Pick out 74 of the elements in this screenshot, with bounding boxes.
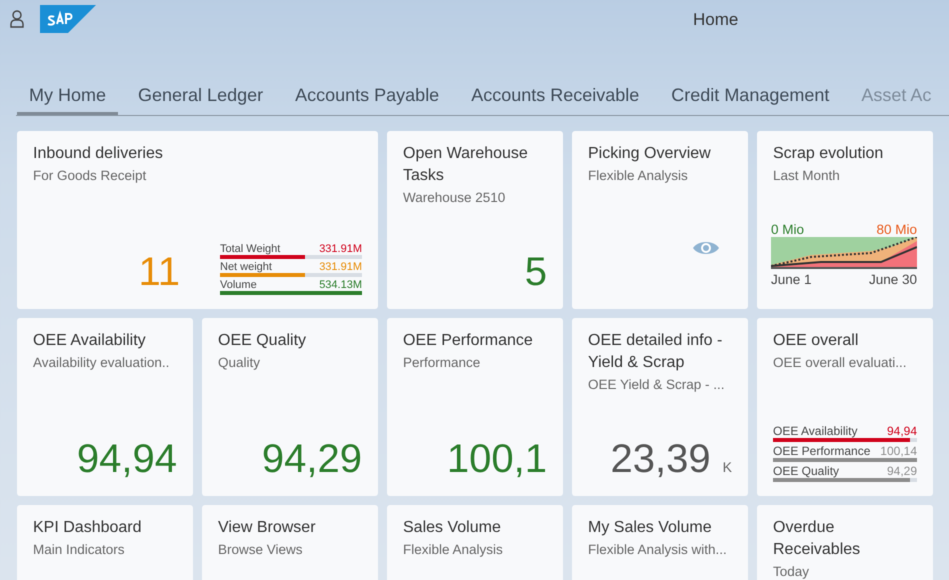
tile-subtitle: Availability evaluation..	[33, 354, 170, 372]
tile[interactable]: OEE Availability Availability evaluation.. 94,94	[17, 318, 193, 496]
chart-min-label: 0 Mio	[771, 222, 804, 237]
tile-subtitle: For Goods Receipt	[33, 167, 148, 185]
tile-subtitle: Last Month	[773, 167, 841, 185]
tab[interactable]: General Ledger	[126, 46, 276, 115]
tab[interactable]: My Home	[17, 46, 118, 115]
comparison-value: 100,14	[880, 444, 917, 458]
tile[interactable]: Inbound deliveries For Goods Receipt 11 Total Weight 331.91M Net weight 331.91M Volume 534.13M	[17, 131, 378, 309]
tile-subtitle: Performance	[403, 354, 482, 372]
tile-title: OEE Availability	[33, 331, 147, 351]
comparison-value: 94,29	[886, 464, 917, 478]
tile-subtitle: Main Indicators	[33, 541, 126, 559]
page-title: Home	[693, 10, 738, 30]
tile[interactable]: Overdue Receivables Today	[757, 505, 933, 580]
comparison-label: Total Weight	[220, 243, 280, 255]
kpi-unit: K	[722, 459, 732, 475]
user-icon[interactable]	[10, 10, 24, 28]
kpi-value: 100,1	[446, 436, 547, 482]
tile-subtitle: Today	[773, 563, 810, 580]
tile-title: OEE overall	[773, 331, 860, 351]
tile-subtitle: Flexible Analysis with...	[588, 541, 728, 559]
tile[interactable]: Picking Overview Flexible Analysis	[572, 131, 748, 309]
kpi-value: 5	[524, 249, 547, 295]
tile[interactable]: Sales Volume Flexible Analysis	[387, 505, 563, 580]
tile-title: OEE Quality	[218, 331, 308, 351]
tile[interactable]: Open Warehouse Tasks Warehouse 2510 5	[387, 131, 563, 309]
tile-title: Sales Volume	[403, 518, 502, 538]
tab[interactable]: Accounts Payable	[283, 46, 452, 115]
tile[interactable]: OEE Quality Quality 94,29	[202, 318, 378, 496]
tile-title: KPI Dashboard	[33, 518, 143, 538]
tile-title: Inbound deliveries	[33, 144, 164, 164]
eye-icon	[692, 239, 720, 257]
tab[interactable]: Accounts Receivable	[459, 46, 652, 115]
tile-subtitle: OEE Yield & Scrap - ...	[588, 376, 726, 394]
kpi-value: 11	[138, 249, 180, 295]
comparison-value: 94,94	[886, 424, 917, 438]
comparison-label: OEE Performance	[773, 444, 870, 458]
comparison-label: OEE Availability	[773, 424, 858, 438]
kpi-value: 94,29	[262, 436, 362, 482]
chart-max-label: 80 Mio	[876, 222, 917, 237]
kpi-value: 23,39	[610, 436, 711, 482]
comparison-label: OEE Quality	[773, 464, 840, 478]
tile[interactable]: Scrap evolution Last Month 0 Mio 80 Mio June 1 June 30	[757, 131, 933, 309]
chart-end-label: June 30	[868, 272, 917, 287]
tile[interactable]: OEE Performance Performance 100,1	[387, 318, 563, 496]
tile-subtitle: Browse Views	[218, 541, 304, 559]
tile-subtitle: Warehouse 2510	[403, 189, 506, 207]
tile-title: Scrap evolution	[773, 144, 884, 164]
tile[interactable]: OEE overall OEE overall evaluati... OEE Availability 94,94 OEE Performance 100,14 OEE Quality 94,29	[757, 318, 933, 496]
comparison-label: Volume	[220, 279, 257, 291]
tile-title: Overdue Receivables	[773, 518, 862, 560]
comparison-value: 331.91M	[319, 261, 362, 273]
tile-title: Open Warehouse Tasks	[403, 144, 529, 186]
tile-title: Picking Overview	[588, 144, 712, 164]
comparison-label: Net weight	[220, 261, 272, 273]
tile-subtitle: Flexible Analysis	[588, 167, 689, 185]
comparison-value: 534.13M	[319, 279, 362, 291]
tile-subtitle: Flexible Analysis	[403, 541, 504, 559]
tile-title: View Browser	[218, 518, 317, 538]
comparison-value: 331.91M	[319, 243, 362, 255]
tile-title: OEE Performance	[403, 331, 534, 351]
logo-icon	[40, 5, 96, 33]
tab[interactable]: Credit Management	[659, 46, 842, 115]
tile-subtitle: Quality	[218, 354, 262, 372]
tile-subtitle: OEE overall evaluati...	[773, 354, 908, 372]
tile-title: OEE detailed info - Yield & Scrap	[588, 331, 724, 373]
tile[interactable]: View Browser Browse Views	[202, 505, 378, 580]
tile[interactable]: KPI Dashboard Main Indicators	[17, 505, 193, 580]
kpi-value: 94,94	[76, 436, 177, 482]
tile[interactable]: OEE detailed info - Yield & Scrap OEE Yield & Scrap - ... 23,39 K	[572, 318, 748, 496]
chart-start-label: June 1	[771, 272, 812, 287]
tile-title: My Sales Volume	[588, 518, 713, 538]
tile[interactable]: My Sales Volume Flexible Analysis with...	[572, 505, 748, 580]
